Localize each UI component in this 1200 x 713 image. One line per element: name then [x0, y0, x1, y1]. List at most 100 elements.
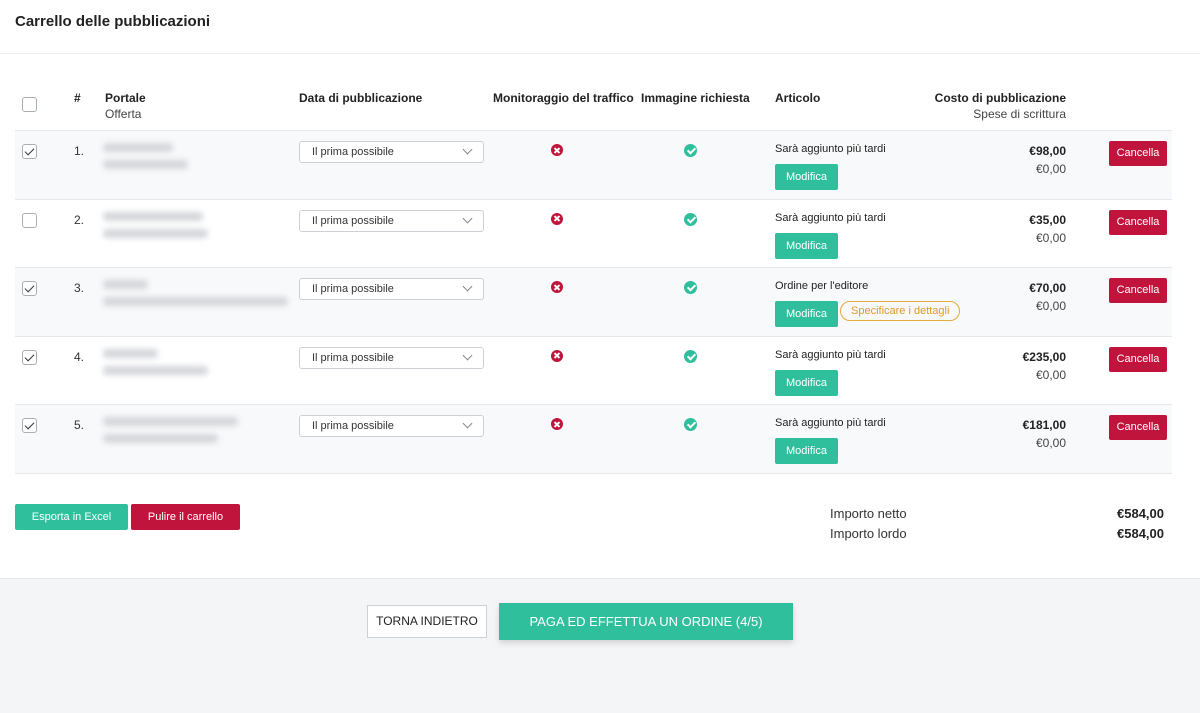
- publication-date-select[interactable]: Il prima possibile: [299, 278, 484, 300]
- header-portal-label: Portale: [105, 91, 146, 105]
- offer-blurred: [103, 365, 208, 375]
- chevron-down-icon: [462, 144, 473, 155]
- chevron-down-icon: [462, 281, 473, 292]
- select-value: Il prima possibile: [312, 351, 394, 364]
- table-row: 5. Il prima possibile Sarà aggiunto più …: [15, 405, 1172, 474]
- select-value: Il prima possibile: [312, 283, 394, 295]
- portal-name-blurred: [103, 280, 148, 289]
- close-circle-icon: [551, 144, 563, 156]
- cart-table: # Portale Offerta Data di pubblicazione …: [15, 86, 1172, 474]
- back-button[interactable]: TORNA INDIETRO: [367, 605, 487, 638]
- header-portal: Portale Offerta: [105, 90, 146, 122]
- header-image: Immagine richiesta: [641, 91, 750, 105]
- net-amount-value: €584,00: [1117, 506, 1164, 521]
- offer-blurred: [103, 160, 188, 169]
- divider: [0, 53, 1200, 54]
- row-number: 4.: [74, 349, 85, 364]
- cancel-button[interactable]: Cancella: [1109, 415, 1167, 440]
- offer-blurred: [103, 297, 288, 306]
- table-header: # Portale Offerta Data di pubblicazione …: [15, 86, 1172, 131]
- header-cost-sub: Spese di scrittura: [973, 107, 1066, 121]
- article-status: Sarà aggiunto più tardi: [775, 348, 886, 361]
- publication-cost: €35,00: [1029, 212, 1066, 227]
- table-row: 2. Il prima possibile Sarà aggiunto più …: [15, 200, 1172, 268]
- close-circle-icon: [551, 281, 563, 293]
- offer-blurred: [103, 434, 218, 443]
- table-body: 1. Il prima possibile Sarà aggiunto più …: [15, 131, 1172, 474]
- offer-blurred: [103, 228, 208, 238]
- select-value: Il prima possibile: [312, 420, 394, 432]
- table-row: 3. Il prima possibile Ordine per l'edito…: [15, 268, 1172, 337]
- chevron-down-icon: [462, 350, 473, 360]
- header-article: Articolo: [775, 91, 821, 105]
- publication-cost: €98,00: [1029, 144, 1066, 158]
- select-all-checkbox[interactable]: [22, 97, 37, 112]
- edit-button[interactable]: Modifica: [775, 301, 838, 327]
- writing-fee: €0,00: [1035, 436, 1066, 450]
- check-circle-icon: [684, 418, 697, 431]
- portal-name-blurred: [103, 211, 203, 221]
- row-checkbox[interactable]: [22, 418, 37, 433]
- cancel-button[interactable]: Cancella: [1109, 209, 1167, 235]
- publication-date-select[interactable]: Il prima possibile: [299, 346, 484, 369]
- publication-cost: €70,00: [1029, 281, 1066, 295]
- row-number: 5.: [74, 418, 85, 432]
- writing-fee: €0,00: [1035, 162, 1066, 176]
- publication-date-select[interactable]: Il prima possibile: [299, 209, 484, 232]
- article-status: Ordine per l'editore: [775, 280, 869, 292]
- chevron-down-icon: [462, 418, 473, 429]
- edit-button[interactable]: Modifica: [775, 369, 838, 396]
- writing-fee: €0,00: [1035, 299, 1066, 313]
- clear-cart-button[interactable]: Pulire il carrello: [131, 504, 240, 530]
- gross-amount-label: Importo lordo: [830, 526, 907, 541]
- check-circle-icon: [684, 144, 697, 157]
- select-value: Il prima possibile: [312, 146, 394, 158]
- page-title: Carrello delle pubblicazioni: [15, 13, 211, 30]
- edit-button[interactable]: Modifica: [775, 164, 838, 190]
- close-circle-icon: [551, 418, 563, 430]
- row-number: 1.: [74, 144, 85, 158]
- portal-name-blurred: [103, 348, 158, 358]
- cancel-button[interactable]: Cancella: [1109, 141, 1167, 166]
- check-circle-icon: [684, 281, 697, 294]
- publication-date-select[interactable]: Il prima possibile: [299, 141, 484, 163]
- cancel-button[interactable]: Cancella: [1109, 346, 1167, 372]
- portal-name-blurred: [103, 417, 238, 426]
- header-num: #: [74, 91, 81, 105]
- portal-name-blurred: [103, 143, 173, 152]
- cart-card: Carrello delle pubblicazioni # Portale O…: [0, 0, 1200, 578]
- pay-order-button[interactable]: PAGA ED EFFETTUA UN ORDINE (4/5): [499, 603, 793, 640]
- chevron-down-icon: [462, 213, 473, 223]
- writing-fee: €0,00: [1035, 230, 1066, 245]
- gross-amount-value: €584,00: [1117, 526, 1164, 541]
- check-circle-icon: [684, 349, 697, 363]
- row-checkbox[interactable]: [22, 144, 37, 159]
- edit-button[interactable]: Modifica: [775, 232, 838, 259]
- net-amount-label: Importo netto: [830, 506, 907, 521]
- edit-button[interactable]: Modifica: [775, 438, 838, 464]
- export-excel-button[interactable]: Esporta in Excel: [15, 504, 128, 530]
- specify-details-tag[interactable]: Specificare i dettagli: [840, 301, 961, 321]
- article-status: Sarà aggiunto più tardi: [775, 211, 886, 224]
- header-date: Data di pubblicazione: [299, 91, 423, 105]
- row-number: 3.: [74, 281, 85, 295]
- row-checkbox[interactable]: [22, 212, 37, 228]
- row-checkbox[interactable]: [22, 349, 37, 365]
- publication-cost: €181,00: [1022, 418, 1066, 432]
- header-traffic: Monitoraggio del traffico: [493, 91, 634, 105]
- select-value: Il prima possibile: [312, 214, 394, 227]
- header-portal-sub: Offerta: [105, 107, 142, 121]
- table-row: 1. Il prima possibile Sarà aggiunto più …: [15, 131, 1172, 200]
- publication-cost: €235,00: [1022, 349, 1066, 364]
- check-circle-icon: [684, 212, 697, 226]
- writing-fee: €0,00: [1035, 367, 1066, 382]
- footer-bar: [0, 578, 1200, 713]
- header-cost: Costo di pubblicazione Spese di scrittur…: [935, 90, 1066, 122]
- row-checkbox[interactable]: [22, 281, 37, 296]
- cancel-button[interactable]: Cancella: [1109, 278, 1167, 303]
- publication-date-select[interactable]: Il prima possibile: [299, 415, 484, 437]
- close-circle-icon: [551, 212, 563, 225]
- article-status: Sarà aggiunto più tardi: [775, 143, 886, 155]
- row-number: 2.: [74, 212, 85, 227]
- header-cost-label: Costo di pubblicazione: [934, 91, 1066, 105]
